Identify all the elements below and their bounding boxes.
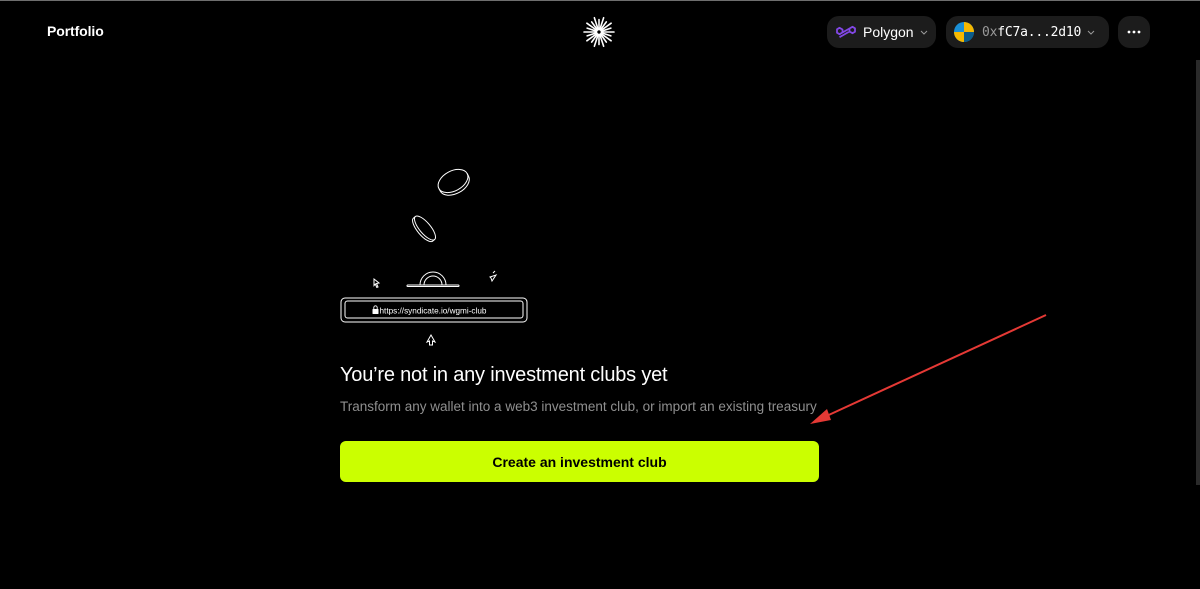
top-border	[0, 0, 1200, 1]
club-url: https://syndicate.io/wgmi-club	[380, 307, 487, 316]
empty-state-illustration: https://syndicate.io/wgmi-club	[340, 168, 528, 346]
more-horizontal-icon	[1127, 30, 1141, 34]
cursor-icon	[425, 333, 437, 346]
coin-icon	[437, 168, 470, 196]
chevron-down-icon	[1087, 30, 1095, 35]
lock-icon	[372, 305, 379, 314]
annotation-arrow	[810, 314, 1047, 424]
coin-icon	[406, 271, 460, 287]
sparkle-icon	[489, 270, 498, 283]
wallet-button[interactable]: 0xfC7a...2d10	[946, 16, 1109, 48]
create-investment-club-button[interactable]: Create an investment club	[340, 441, 819, 482]
scrollbar-track[interactable]	[1196, 60, 1200, 485]
empty-state-title: You’re not in any investment clubs yet	[340, 364, 668, 386]
network-label: Polygon	[863, 24, 914, 40]
chevron-down-icon	[920, 30, 927, 35]
wallet-address-prefix: 0x	[982, 24, 998, 40]
wallet-address: 0xfC7a...2d10	[982, 25, 1081, 40]
polygon-icon	[836, 25, 856, 38]
network-selector[interactable]: Polygon	[827, 16, 936, 48]
nav-portfolio-link[interactable]: Portfolio	[47, 23, 104, 39]
coin-icon	[412, 215, 437, 243]
wallet-address-rest: fC7a...2d10	[997, 24, 1082, 40]
cursor-icon	[373, 277, 381, 289]
wallet-avatar-icon	[954, 22, 974, 42]
empty-state-subtitle: Transform any wallet into a web3 investm…	[340, 399, 817, 414]
syndicate-starburst-icon[interactable]	[583, 16, 615, 48]
more-options-button[interactable]	[1118, 16, 1150, 48]
